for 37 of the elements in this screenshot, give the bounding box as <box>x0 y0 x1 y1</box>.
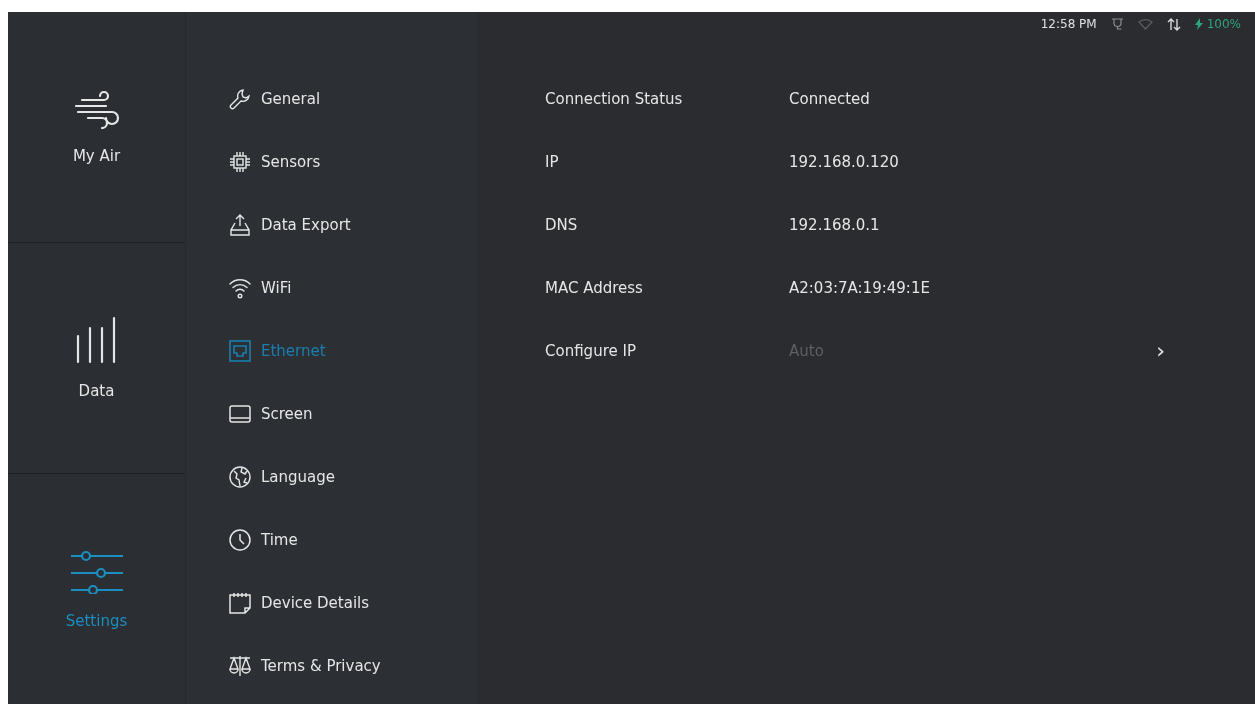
menu-item[interactable]: General <box>186 67 477 130</box>
wifi-icon <box>229 276 251 299</box>
clock-icon <box>229 528 251 551</box>
chip-icon <box>229 150 251 173</box>
menu-item[interactable]: Device Details <box>186 571 477 634</box>
menu-item[interactable]: Time <box>186 508 477 571</box>
field-label: IP <box>545 152 560 171</box>
field-label: DNS <box>545 215 579 234</box>
menu-item[interactable]: Screen <box>186 382 477 445</box>
notepad-icon <box>229 591 251 614</box>
nav-item[interactable]: Data <box>8 243 185 474</box>
field-value: A2:03:7A:19:49:1E <box>789 278 931 297</box>
globe-icon <box>229 465 251 488</box>
nav-item[interactable]: My Air <box>8 12 185 243</box>
field-label: MAC Address <box>545 278 644 297</box>
transfer-arrows-icon <box>1166 17 1181 31</box>
menu-item[interactable]: Sensors <box>186 130 477 193</box>
sliders-icon <box>69 548 124 594</box>
upload-tray-icon <box>229 213 251 236</box>
menu-item[interactable]: Language <box>186 445 477 508</box>
field-value: 192.168.0.1 <box>789 215 881 234</box>
battery-status: 100% <box>1194 17 1241 31</box>
wifi-outline-icon <box>1137 18 1153 30</box>
field-label: Connection Status <box>545 89 684 108</box>
ethernet-port-icon <box>229 339 251 362</box>
wind-icon <box>73 89 120 129</box>
field-value: 192.168.0.120 <box>789 152 900 171</box>
menu-item[interactable]: WiFi <box>186 256 477 319</box>
time-text: 12:58 PM <box>1040 17 1097 31</box>
wrench-icon <box>229 87 251 110</box>
scales-icon <box>229 654 251 677</box>
nav-item[interactable]: Settings <box>8 474 185 704</box>
field-value: Connected <box>789 89 871 108</box>
plug-icon <box>1110 18 1124 30</box>
menu-item[interactable]: Terms & Privacy <box>186 634 477 697</box>
menu-item[interactable]: Data Export <box>186 193 477 256</box>
screen-icon <box>229 404 251 423</box>
